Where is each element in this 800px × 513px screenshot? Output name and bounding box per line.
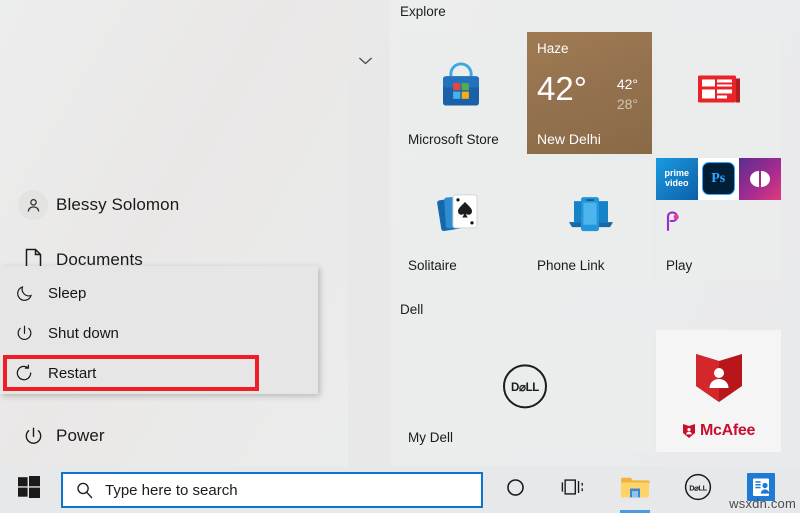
search-placeholder: Type here to search <box>105 482 238 499</box>
sidebar-item-power-label: Power <box>56 426 105 446</box>
tile-weather[interactable]: Haze 42° 42° 28° New Delhi <box>527 32 652 154</box>
task-view-button[interactable] <box>547 466 599 513</box>
start-menu: Blessy Solomon Documents Power <box>0 0 800 466</box>
power-flyout-menu: Sleep Shut down Restart <box>0 266 318 394</box>
svg-text:D⌀LL: D⌀LL <box>511 382 539 394</box>
moon-icon <box>0 284 48 303</box>
site-watermark: wsxdn.com <box>729 496 796 511</box>
search-input[interactable]: Type here to search <box>61 472 483 508</box>
paint-p-icon <box>662 210 683 237</box>
weather-city: New Delhi <box>537 131 601 147</box>
weather-temperature: 42° <box>537 72 587 105</box>
search-icon <box>63 481 105 500</box>
tile-label: Microsoft Store <box>408 132 499 147</box>
phone-link-icon <box>527 191 652 239</box>
sidebar-item-account-label: Blessy Solomon <box>56 195 179 215</box>
tile-my-dell[interactable]: D⌀LL My Dell <box>398 330 652 452</box>
weather-condition: Haze <box>537 41 569 56</box>
dell-button[interactable]: D⌀LL <box>672 466 724 513</box>
tile-label: Play <box>666 258 692 273</box>
weather-low: 28° <box>617 96 638 112</box>
sidebar-item-power[interactable]: Power <box>10 414 320 458</box>
cortana-circle-icon <box>505 477 526 503</box>
power-icon <box>0 324 48 343</box>
dell-circle-icon: D⌀LL <box>398 357 652 415</box>
svg-text:D⌀LL: D⌀LL <box>689 483 707 492</box>
news-icon <box>656 67 781 111</box>
tile-label: Solitaire <box>408 258 457 273</box>
tile-microsoft-store[interactable]: Microsoft Store <box>398 32 523 154</box>
menu-item-shut-down[interactable]: Shut down <box>0 313 318 353</box>
taskbar: Type here to search <box>0 466 800 513</box>
mcafee-shield-icon <box>656 346 781 408</box>
cortana-button[interactable] <box>489 466 541 513</box>
file-explorer-button[interactable] <box>609 466 661 513</box>
tile-label: My Dell <box>408 430 453 445</box>
tile-play-folder[interactable]: prime video Ps <box>656 158 781 280</box>
menu-item-sleep[interactable]: Sleep <box>0 273 318 313</box>
windows-logo-icon <box>18 476 40 503</box>
start-menu-tile-area: Explore Microsoft Store Haze 42° 42° <box>390 0 800 466</box>
sidebar-item-account[interactable]: Blessy Solomon <box>10 183 320 227</box>
prime-video-icon: prime video <box>656 158 698 200</box>
tile-group-heading-dell: Dell <box>400 302 423 317</box>
menu-item-restart[interactable]: Restart <box>0 353 318 393</box>
chevron-down-icon[interactable] <box>352 48 378 74</box>
start-menu-left-rail: Blessy Solomon Documents Power <box>0 0 348 466</box>
dell-circle-icon: D⌀LL <box>683 472 713 507</box>
menu-item-shut-down-label: Shut down <box>48 325 119 342</box>
menu-item-restart-label: Restart <box>48 365 96 382</box>
mcafee-wordmark: McAfee <box>656 422 781 440</box>
folder-icon <box>620 475 650 505</box>
tile-news[interactable] <box>656 32 781 154</box>
weather-high: 42° <box>617 76 638 92</box>
restart-icon <box>0 363 48 383</box>
dolby-icon <box>739 158 781 200</box>
tile-phone-link[interactable]: Phone Link <box>527 158 652 280</box>
start-button[interactable] <box>0 466 57 513</box>
photoshop-icon: Ps <box>698 158 740 200</box>
solitaire-cards-icon <box>398 189 523 241</box>
menu-item-sleep-label: Sleep <box>48 285 86 302</box>
tile-group-heading-explore: Explore <box>400 4 446 19</box>
tile-label: Phone Link <box>537 258 605 273</box>
play-subicon-row: prime video Ps <box>656 158 781 200</box>
task-view-icon <box>561 477 585 502</box>
power-icon <box>10 426 56 447</box>
user-avatar-icon <box>10 190 56 220</box>
tile-solitaire[interactable]: Solitaire <box>398 158 523 280</box>
microsoft-store-icon <box>398 62 523 116</box>
tile-mcafee[interactable]: McAfee <box>656 330 781 452</box>
